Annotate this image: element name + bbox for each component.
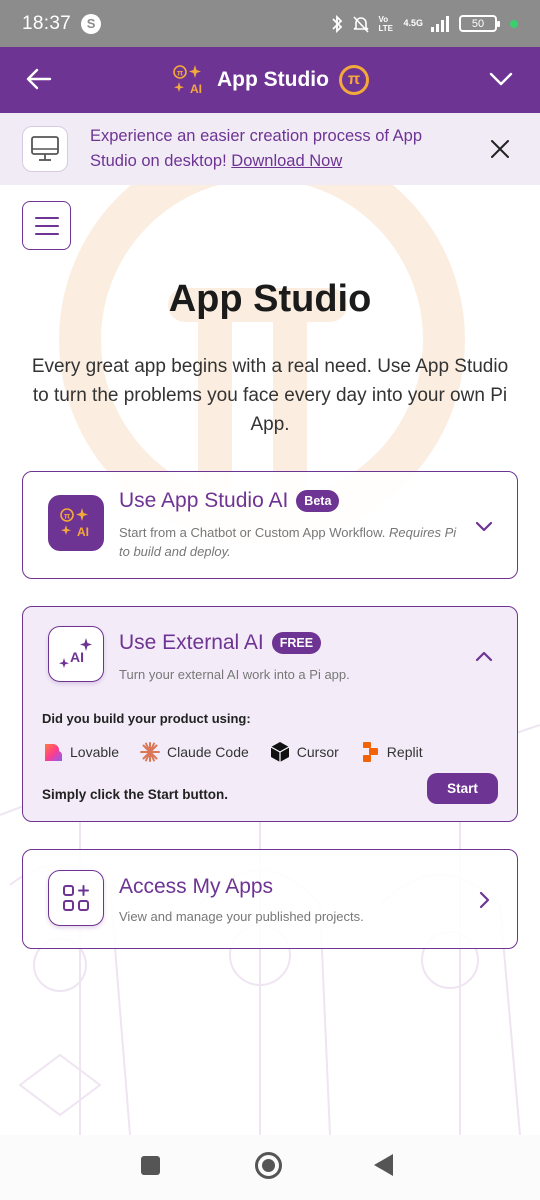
mute-bell-icon — [353, 15, 370, 33]
card-title: Use External AI — [119, 631, 264, 654]
tool-label: Lovable — [70, 744, 120, 760]
card-subtitle: View and manage your published projects. — [119, 909, 364, 924]
app-bar-title-group: π AI App Studio π — [171, 62, 369, 98]
pi-coin-icon: π — [338, 65, 369, 95]
chevron-down-icon[interactable] — [473, 515, 495, 537]
banner-message: Experience an easier creation process of… — [90, 124, 450, 174]
chevron-right-icon[interactable] — [473, 889, 495, 911]
volte-indicator: Vo LTE — [378, 14, 393, 33]
lovable-icon — [42, 741, 64, 763]
replit-icon — [359, 741, 381, 763]
tool-label: Cursor — [296, 744, 339, 760]
svg-text:AI: AI — [77, 525, 89, 539]
card-header: Access My Apps — [119, 875, 273, 899]
signal-icon — [431, 15, 449, 32]
free-badge: FREE — [271, 632, 322, 654]
tool-label: Claude Code — [167, 744, 249, 760]
svg-text:π: π — [64, 512, 70, 521]
home-icon — [262, 1159, 275, 1172]
tool-replit: Replit — [359, 741, 423, 763]
status-time: 18:37 — [22, 12, 72, 34]
system-navigation-bar — [0, 1135, 540, 1200]
svg-text:AI: AI — [190, 82, 202, 96]
page-title: App Studio — [168, 278, 372, 320]
use-external-ai-card[interactable]: AI Use External AI FREE Turn your extern… — [22, 606, 518, 822]
menu-icon-bar — [34, 224, 59, 227]
tool-label: Replit — [386, 744, 423, 760]
battery-indicator: 50 — [459, 15, 500, 32]
card-title: Use App Studio AI — [119, 489, 289, 512]
sparkle-ai-icon: π AI — [173, 65, 202, 96]
app-notification-icon: S — [81, 13, 102, 34]
card-subtitle-text: Start from a Chatbot or Custom App Workf… — [119, 525, 386, 540]
card-title: Access My Apps — [119, 875, 274, 898]
home-button[interactable] — [255, 1152, 282, 1179]
tool-cursor: Cursor — [269, 741, 339, 763]
beta-badge: Beta — [296, 490, 340, 512]
page-description: Every great app begins with a real need.… — [31, 356, 509, 435]
back-button[interactable] — [374, 1154, 393, 1176]
app-bar: π AI App Studio π — [0, 47, 540, 113]
close-icon[interactable] — [488, 137, 512, 161]
build-question: Did you build your product using: — [42, 711, 251, 726]
sparkle-ai-icon: π AI — [48, 495, 104, 551]
menu-button[interactable] — [22, 201, 71, 250]
app-bar-title: App Studio — [217, 68, 329, 91]
recents-button[interactable] — [141, 1156, 160, 1175]
back-arrow-icon[interactable] — [24, 64, 54, 94]
status-icons: Vo LTE 4.5G 50 — [330, 14, 518, 34]
desktop-icon — [22, 126, 68, 172]
card-header: Use App Studio AI Beta — [119, 489, 340, 513]
card-subtitle: Turn your external AI work into a Pi app… — [119, 667, 350, 682]
apps-grid-icon — [48, 870, 104, 926]
tools-list: Lovable Claude Code Cursor Replit — [42, 741, 443, 763]
chevron-up-icon[interactable] — [473, 646, 495, 668]
chevron-down-icon[interactable] — [486, 64, 516, 94]
cursor-icon — [269, 741, 291, 763]
start-button[interactable]: Start — [427, 773, 498, 804]
menu-icon-bar — [34, 232, 59, 235]
svg-text:AI: AI — [70, 649, 84, 665]
privacy-dot — [510, 19, 518, 28]
start-instruction: Simply click the Start button. — [42, 787, 229, 802]
claude-icon — [139, 741, 161, 763]
card-header: Use External AI FREE — [119, 631, 322, 655]
status-bar: 18:37 S Vo LTE 4.5G 50 — [0, 0, 540, 47]
desktop-banner: Experience an easier creation process of… — [0, 113, 540, 185]
use-app-studio-ai-card[interactable]: π AI Use App Studio AI Beta Start from a… — [22, 471, 518, 579]
sparkle-ai-icon: AI — [48, 626, 104, 682]
svg-text:π: π — [177, 69, 183, 78]
menu-icon-bar — [34, 216, 59, 219]
network-type: 4.5G — [403, 18, 423, 28]
tool-lovable: Lovable — [42, 741, 119, 763]
tool-claude-code: Claude Code — [139, 741, 249, 763]
card-subtitle: Start from a Chatbot or Custom App Workf… — [119, 523, 469, 561]
bluetooth-icon — [332, 14, 343, 33]
access-my-apps-card[interactable]: Access My Apps View and manage your publ… — [22, 849, 518, 949]
download-now-link[interactable]: Download Now — [231, 152, 342, 170]
